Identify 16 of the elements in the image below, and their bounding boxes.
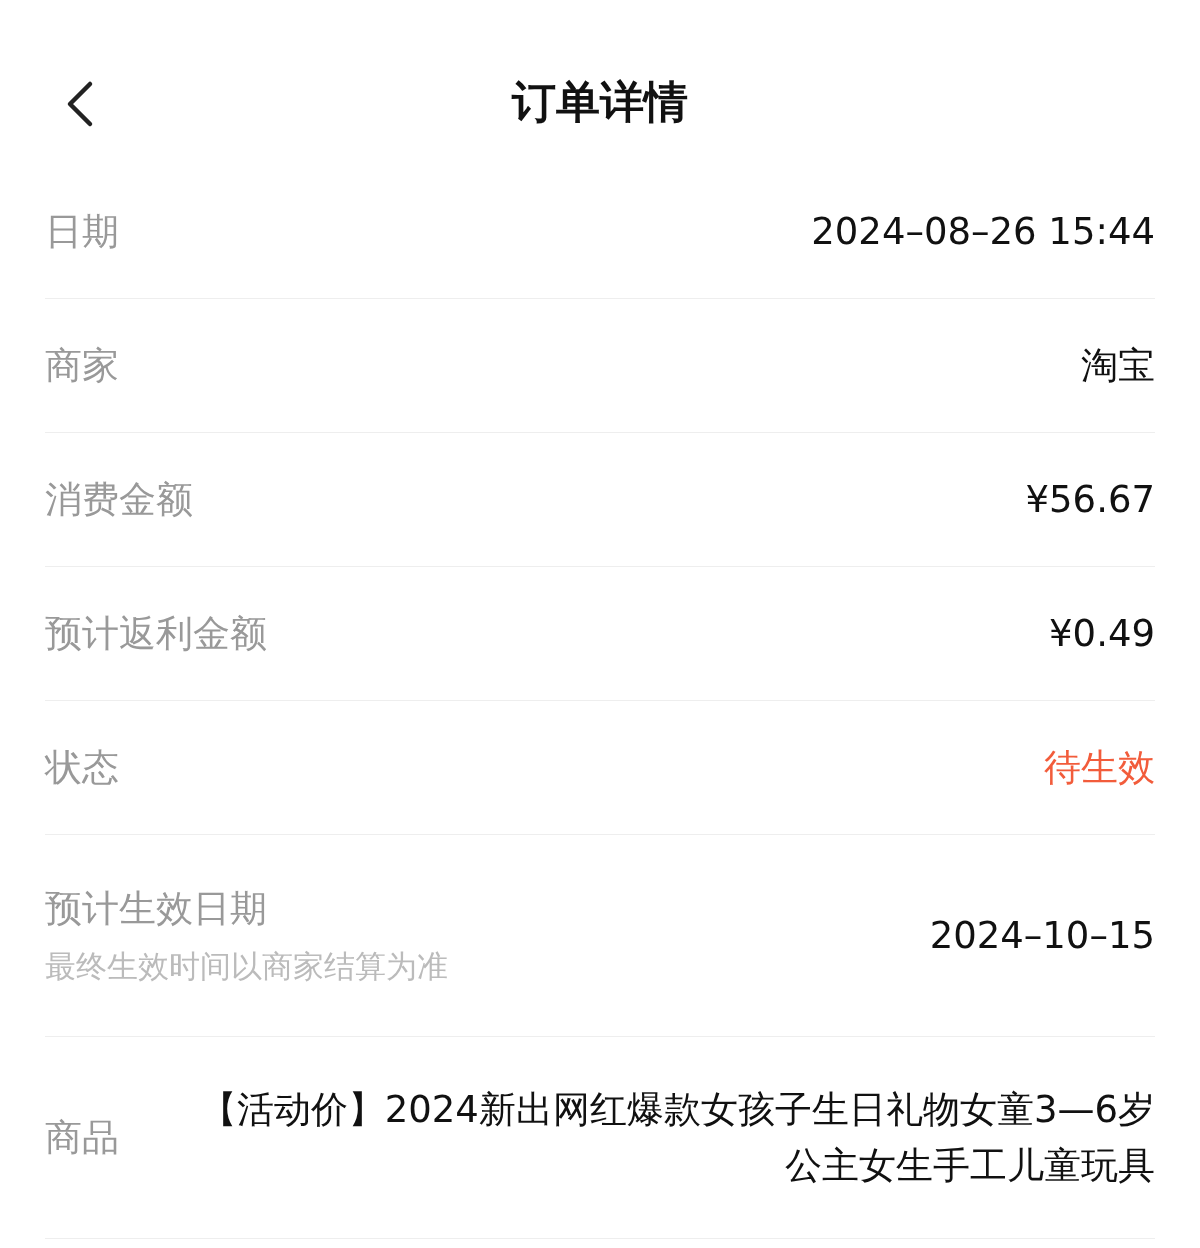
field-value: ¥0.49 xyxy=(1049,612,1155,655)
field-value: 2024–08–26 15:44 xyxy=(811,210,1155,253)
field-value: 【活动价】2024新出网红爆款女孩子生日礼物女童3—6岁公主女生手工儿童玩具 xyxy=(198,1087,1155,1189)
field-label: 消费金额 xyxy=(45,476,193,523)
field-label: 商品 xyxy=(45,1114,119,1161)
field-value: 2024–10–15 xyxy=(929,914,1155,957)
page-title: 订单详情 xyxy=(512,75,688,129)
field-label: 状态 xyxy=(45,744,119,791)
field-label: 商家 xyxy=(45,342,119,389)
field-label: 预计生效日期 xyxy=(45,885,268,932)
field-value: ¥56.67 xyxy=(1025,478,1155,521)
hint-text: 最终生效时间以商家结算为准 xyxy=(45,946,448,986)
field-label: 预计返利金额 xyxy=(45,610,267,657)
field-label: 日期 xyxy=(45,208,119,255)
status-text: 待生效 xyxy=(1044,744,1155,791)
field-value: 淘宝 xyxy=(1081,342,1155,389)
